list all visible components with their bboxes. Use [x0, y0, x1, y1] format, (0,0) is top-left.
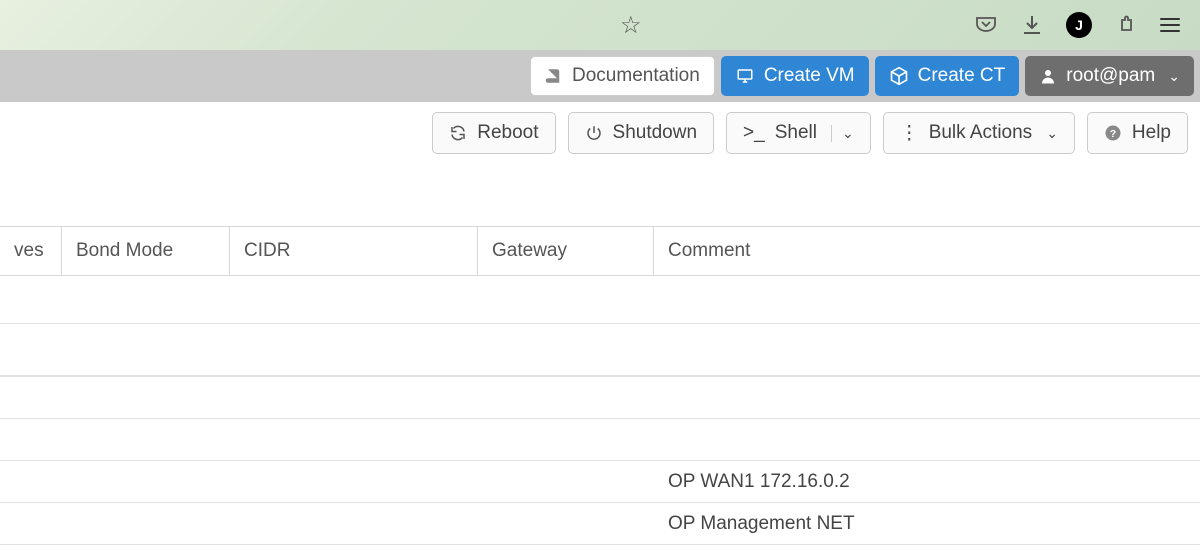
bulk-actions-button[interactable]: ⋮ Bulk Actions ⌄	[883, 112, 1075, 154]
cell-comment: OP WAN1 172.16.0.2	[654, 461, 1200, 502]
column-header-ves[interactable]: ves	[0, 227, 62, 275]
table-row[interactable]	[0, 377, 1200, 419]
cell-comment	[654, 276, 1200, 323]
table-row[interactable]: OP WAN1 172.16.0.2	[0, 461, 1200, 503]
profile-avatar[interactable]: J	[1066, 12, 1092, 38]
download-icon[interactable]	[1020, 13, 1044, 37]
pocket-icon[interactable]	[974, 13, 998, 37]
column-header-comment[interactable]: Comment	[654, 227, 1200, 275]
shell-button[interactable]: >_ Shell ⌄	[726, 112, 871, 154]
table-header-row: ves Bond Mode CIDR Gateway Comment	[0, 226, 1200, 276]
help-icon: ?	[1104, 124, 1122, 142]
help-button[interactable]: ? Help	[1087, 112, 1188, 154]
user-label: root@pam	[1066, 65, 1155, 87]
shutdown-label: Shutdown	[613, 122, 698, 144]
cell-comment	[654, 419, 1200, 460]
create-ct-label: Create CT	[918, 65, 1006, 87]
chevron-down-icon: ⌄	[1168, 68, 1180, 85]
chevron-down-icon: ⌄	[831, 125, 854, 142]
user-icon	[1039, 67, 1057, 85]
create-vm-label: Create VM	[764, 65, 855, 87]
book-icon	[545, 67, 563, 85]
svg-text:?: ?	[1110, 128, 1116, 140]
user-menu-button[interactable]: root@pam ⌄	[1025, 56, 1194, 96]
browser-tab-bar: ☆ J	[0, 0, 1200, 50]
reboot-button[interactable]: Reboot	[432, 112, 555, 154]
create-vm-button[interactable]: Create VM	[721, 56, 869, 96]
chevron-down-icon: ⌄	[1046, 125, 1058, 142]
extension-icon[interactable]	[1114, 13, 1138, 37]
help-label: Help	[1132, 122, 1171, 144]
bulk-actions-label: Bulk Actions	[929, 122, 1033, 144]
create-ct-button[interactable]: Create CT	[875, 56, 1020, 96]
shell-label: Shell	[775, 122, 817, 144]
node-toolbar: Reboot Shutdown >_ Shell ⌄ ⋮ Bulk Action…	[0, 102, 1200, 164]
menu-icon[interactable]	[1160, 18, 1180, 32]
table-row[interactable]	[0, 419, 1200, 461]
documentation-label: Documentation	[572, 65, 700, 87]
dots-vertical-icon: ⋮	[900, 122, 919, 145]
reboot-label: Reboot	[477, 122, 538, 144]
column-header-bond-mode[interactable]: Bond Mode	[62, 227, 230, 275]
documentation-button[interactable]: Documentation	[530, 56, 715, 96]
reboot-icon	[449, 124, 467, 142]
column-header-cidr[interactable]: CIDR	[230, 227, 478, 275]
app-header: Documentation Create VM Create CT root@p…	[0, 50, 1200, 102]
terminal-icon: >_	[743, 122, 765, 144]
column-header-gateway[interactable]: Gateway	[478, 227, 654, 275]
table-row[interactable]	[0, 276, 1200, 324]
monitor-icon	[735, 67, 755, 85]
power-icon	[585, 124, 603, 142]
table-body: OP WAN1 172.16.0.2 OP Management NET	[0, 276, 1200, 545]
table-row[interactable]: OP Management NET	[0, 503, 1200, 545]
shutdown-button[interactable]: Shutdown	[568, 112, 715, 154]
cube-icon	[889, 66, 909, 86]
star-icon[interactable]: ☆	[620, 11, 642, 40]
cell-comment: OP Management NET	[654, 503, 1200, 544]
cell-comment	[654, 377, 1200, 418]
avatar-letter: J	[1075, 17, 1083, 33]
